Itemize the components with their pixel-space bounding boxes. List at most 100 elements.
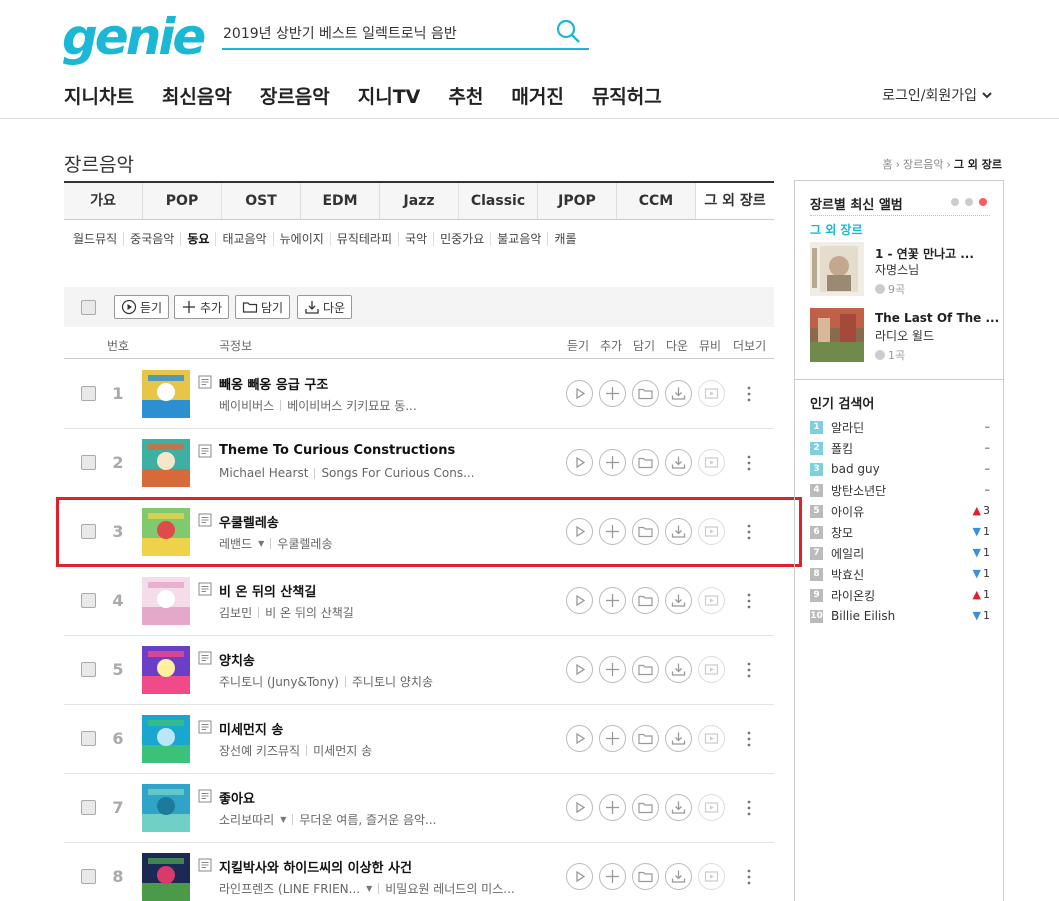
song-title[interactable]: Theme To Curious Constructions bbox=[219, 443, 455, 458]
tab-edm[interactable]: EDM bbox=[301, 183, 380, 219]
save-button[interactable] bbox=[632, 725, 659, 752]
download-button[interactable] bbox=[665, 449, 692, 476]
artist-name[interactable]: 김보민 bbox=[219, 604, 252, 621]
save-button[interactable] bbox=[632, 794, 659, 821]
album-name[interactable]: 무더운 여름, 즐거운 음악... bbox=[299, 811, 436, 828]
nav-magazine[interactable]: 매거진 bbox=[511, 82, 563, 109]
caret-down-icon[interactable]: ▼ bbox=[366, 884, 372, 893]
subgenre-gugak[interactable]: 국악 bbox=[397, 232, 433, 246]
subgenre-world[interactable]: 월드뮤직 bbox=[73, 232, 123, 246]
album-item[interactable]: The Last Of The ... 라디오 윌드 1곡 bbox=[810, 308, 999, 364]
row-checkbox[interactable] bbox=[81, 800, 96, 815]
tab-kpop[interactable]: 가요 bbox=[64, 183, 143, 219]
new-albums-genre[interactable]: 그 외 장르 bbox=[810, 221, 863, 238]
tab-other-genres[interactable]: 그 외 장르 bbox=[696, 183, 774, 219]
breadcrumb-genre[interactable]: 장르음악 bbox=[903, 156, 943, 172]
subgenre-chinese[interactable]: 중국음악 bbox=[123, 232, 180, 246]
album-thumbnail[interactable] bbox=[142, 853, 190, 901]
album-thumbnail[interactable] bbox=[142, 370, 190, 418]
more-options-icon[interactable] bbox=[745, 867, 753, 887]
add-button[interactable] bbox=[599, 656, 626, 683]
popular-search-item[interactable]: 3 bad guy – bbox=[810, 460, 990, 478]
row-checkbox[interactable] bbox=[81, 593, 96, 608]
album-cover[interactable] bbox=[810, 242, 864, 296]
artist-name[interactable]: 주니토니 (Juny&Tony) bbox=[219, 673, 339, 690]
song-title[interactable]: 좋아요 bbox=[219, 788, 255, 807]
lyrics-icon[interactable] bbox=[198, 444, 212, 458]
save-button[interactable] bbox=[632, 863, 659, 890]
play-button[interactable] bbox=[566, 656, 593, 683]
nav-latest[interactable]: 최신음악 bbox=[162, 82, 232, 109]
album-artist[interactable]: 자명스님 bbox=[875, 261, 919, 278]
download-button[interactable] bbox=[665, 656, 692, 683]
song-title[interactable]: 양치송 bbox=[219, 650, 255, 669]
album-name[interactable]: 비 온 뒤의 산책길 bbox=[265, 604, 354, 621]
search-bar[interactable]: 2019년 상반기 베스트 일렉트로닉 음반 bbox=[222, 12, 589, 50]
add-button[interactable] bbox=[599, 587, 626, 614]
album-thumbnail[interactable] bbox=[142, 715, 190, 763]
add-button[interactable] bbox=[599, 380, 626, 407]
save-button[interactable] bbox=[632, 587, 659, 614]
popular-search-item[interactable]: 5 아이유 ▲ 3 bbox=[810, 502, 990, 520]
add-button[interactable] bbox=[599, 449, 626, 476]
popular-search-item[interactable]: 7 에일리 ▼ 1 bbox=[810, 544, 990, 562]
popular-term[interactable]: 아이유 bbox=[831, 503, 864, 520]
lyrics-icon[interactable] bbox=[198, 720, 212, 734]
more-options-icon[interactable] bbox=[745, 660, 753, 680]
add-button[interactable] bbox=[599, 725, 626, 752]
nav-music-hug[interactable]: 뮤직허그 bbox=[592, 82, 662, 109]
popular-term[interactable]: 폴킴 bbox=[831, 440, 853, 457]
select-all-checkbox[interactable] bbox=[81, 300, 96, 315]
popular-term[interactable]: 방탄소년단 bbox=[831, 482, 886, 499]
album-name[interactable]: 비밀요원 레너드의 미스... bbox=[385, 880, 514, 897]
nav-genre[interactable]: 장르음악 bbox=[260, 82, 330, 109]
lyrics-icon[interactable] bbox=[198, 582, 212, 596]
popular-search-item[interactable]: 8 박효신 ▼ 1 bbox=[810, 565, 990, 583]
popular-search-item[interactable]: 2 폴킴 – bbox=[810, 439, 990, 457]
download-button[interactable] bbox=[665, 794, 692, 821]
download-button[interactable] bbox=[665, 863, 692, 890]
tab-classic[interactable]: Classic bbox=[459, 183, 538, 219]
song-title[interactable]: 미세먼지 송 bbox=[219, 719, 283, 738]
album-thumbnail[interactable] bbox=[142, 439, 190, 487]
lyrics-icon[interactable] bbox=[198, 789, 212, 803]
download-button[interactable] bbox=[665, 725, 692, 752]
song-title[interactable]: 빼옹 빼옹 응급 구조 bbox=[219, 374, 328, 393]
more-options-icon[interactable] bbox=[745, 798, 753, 818]
carousel-dot[interactable] bbox=[951, 198, 959, 206]
save-button[interactable] bbox=[632, 656, 659, 683]
album-thumbnail[interactable] bbox=[142, 577, 190, 625]
popular-search-item[interactable]: 4 방탄소년단 – bbox=[810, 481, 990, 499]
artist-name[interactable]: 베이비버스 bbox=[219, 397, 274, 414]
login-link[interactable]: 로그인/회원가입 bbox=[882, 85, 993, 105]
search-icon[interactable] bbox=[555, 18, 581, 44]
add-button[interactable] bbox=[599, 863, 626, 890]
row-checkbox[interactable] bbox=[81, 386, 96, 401]
nav-genie-tv[interactable]: 지니TV bbox=[358, 82, 421, 109]
tab-ccm[interactable]: CCM bbox=[617, 183, 696, 219]
download-button[interactable] bbox=[665, 587, 692, 614]
tab-jazz[interactable]: Jazz bbox=[380, 183, 459, 219]
album-cover[interactable] bbox=[810, 308, 864, 362]
lyrics-icon[interactable] bbox=[198, 651, 212, 665]
subgenre-newage[interactable]: 뉴에이지 bbox=[272, 232, 330, 246]
play-button[interactable] bbox=[566, 587, 593, 614]
row-checkbox[interactable] bbox=[81, 455, 96, 470]
song-title[interactable]: 지킬박사와 하이드씨의 이상한 사건 bbox=[219, 857, 412, 876]
popular-term[interactable]: 창모 bbox=[831, 524, 853, 541]
subgenre-therapy[interactable]: 뮤직테라피 bbox=[329, 232, 398, 246]
nav-recommend[interactable]: 추천 bbox=[448, 82, 483, 109]
subgenre-buddhist[interactable]: 불교음악 bbox=[490, 232, 547, 246]
add-button[interactable]: 추가 bbox=[174, 295, 230, 319]
popular-search-item[interactable]: 6 창모 ▼ 1 bbox=[810, 523, 990, 541]
popular-term[interactable]: 알라딘 bbox=[831, 419, 864, 436]
tab-pop[interactable]: POP bbox=[143, 183, 222, 219]
lyrics-icon[interactable] bbox=[198, 858, 212, 872]
more-options-icon[interactable] bbox=[745, 591, 753, 611]
album-name[interactable]: Songs For Curious Cons... bbox=[321, 466, 474, 480]
popular-term[interactable]: 에일리 bbox=[831, 545, 864, 562]
play-button[interactable] bbox=[566, 449, 593, 476]
album-thumbnail[interactable] bbox=[142, 784, 190, 832]
subgenre-carol[interactable]: 캐롤 bbox=[547, 232, 582, 246]
breadcrumb-home[interactable]: 홈 bbox=[882, 156, 892, 172]
